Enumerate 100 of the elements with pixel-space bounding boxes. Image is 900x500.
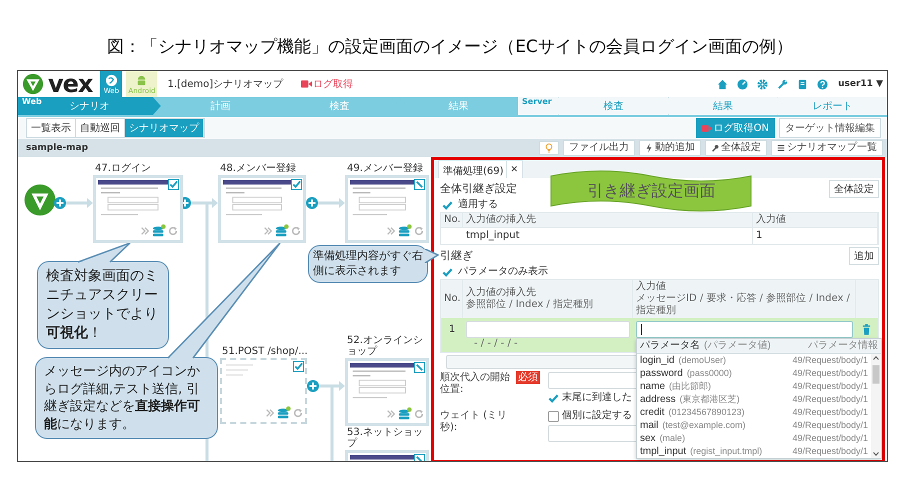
check-icon[interactable] [442, 200, 453, 210]
screen-card[interactable] [345, 175, 429, 243]
dashboard-icon[interactable] [737, 78, 748, 90]
required-badge: 必須 [516, 371, 540, 384]
dropdown-item[interactable]: sex (male) 49/Request/body/1 [637, 432, 871, 445]
callout-pointer [424, 249, 439, 263]
dropdown-item[interactable]: address (東京都港区芝) 49/Request/body/1 [637, 393, 871, 406]
list-header: (パラメータ値) [704, 340, 772, 352]
connector-arrow [318, 198, 345, 208]
plus-icon[interactable] [306, 197, 318, 209]
refresh-icon[interactable] [291, 226, 301, 236]
settings-icon[interactable] [757, 78, 768, 90]
dropdown-item[interactable]: mail (test@example.com) 49/Request/body/1 [637, 419, 871, 432]
dropdown-item[interactable]: name (由比節郎) 49/Request/body/1 [637, 380, 871, 393]
checkbox-checked-icon[interactable] [291, 179, 302, 190]
edit-icon[interactable] [414, 179, 425, 190]
checkbox-label: 適用する [458, 199, 498, 211]
help-icon[interactable] [817, 78, 828, 90]
connector-arrow [66, 198, 93, 208]
database-icon[interactable] [398, 224, 412, 238]
refresh-icon[interactable] [414, 226, 424, 236]
double-chevron-icon[interactable] [263, 226, 273, 236]
database-icon[interactable] [277, 406, 291, 420]
database-icon[interactable] [275, 224, 289, 238]
lightbulb-icon [545, 143, 553, 153]
start-node-icon [24, 184, 56, 216]
dropdown-item[interactable]: password (pass0000) 49/Request/body/1 [637, 367, 871, 380]
dropdown-item[interactable]: tmpl_input (regist_input.tmpl) 49/Request/body/1 [637, 445, 871, 458]
hint-button[interactable] [539, 141, 559, 155]
connector-arrow [319, 381, 345, 391]
globe-icon [104, 74, 118, 86]
column-header: 入力値 [753, 213, 878, 227]
lightning-icon [645, 143, 653, 153]
screen-card[interactable] [218, 175, 306, 243]
log-status: ログ取得 [313, 78, 354, 91]
banner-text: 引き継ぎ設定画面 [586, 181, 716, 201]
view-tab[interactable]: 自動巡回 [76, 119, 125, 137]
checkbox-checked-icon[interactable] [293, 361, 304, 372]
check-icon[interactable] [548, 392, 559, 404]
toolbar-button[interactable]: 全体設定 [705, 140, 767, 156]
toolbar-button[interactable]: 動的追加 [639, 140, 701, 156]
book-icon[interactable] [797, 78, 808, 90]
column-subheader: メッセージID / 要求・応答 / 参照部位 / Index / 指定種別 [636, 293, 851, 317]
node-title: 49.メンバー登録 [347, 163, 424, 174]
double-chevron-icon[interactable] [386, 409, 396, 419]
form-label: 順次代入の開始位置: [440, 372, 511, 396]
edit-icon[interactable] [414, 362, 425, 373]
input-field[interactable] [636, 321, 853, 338]
screen-card[interactable] [93, 175, 183, 243]
section-title: 全体引継ぎ設定 [440, 183, 517, 195]
group-label: Web [22, 97, 42, 106]
screen-card[interactable] [345, 358, 429, 426]
plus-icon[interactable] [54, 197, 66, 209]
node-title: 47.ログイン [95, 163, 152, 174]
action-button[interactable]: ターゲット情報編集 [779, 118, 881, 138]
check-icon[interactable] [442, 266, 453, 278]
home-icon[interactable] [717, 78, 728, 90]
view-tab[interactable]: 一覧表示 [27, 119, 76, 137]
dropdown-item[interactable]: credit (01234567890123) 49/Request/body/1 [637, 406, 871, 419]
field-hint: - / - / - / - [473, 338, 519, 350]
callout-pointer [78, 243, 131, 263]
refresh-icon[interactable] [293, 408, 303, 418]
column-header: 入力値の挿入先 [463, 213, 753, 227]
plus-icon[interactable] [307, 380, 319, 392]
database-icon[interactable] [398, 407, 412, 421]
toolbar-button[interactable]: シナリオマップ一覧 [771, 140, 883, 156]
column-header: No. [444, 293, 459, 305]
column-subheader: 参照部位 / Index / 指定種別 [466, 299, 594, 311]
table-cell: tmpl_input [463, 227, 753, 244]
column-header: 入力値 [636, 281, 667, 293]
add-button[interactable]: 追加 [849, 247, 879, 265]
scrollbar[interactable] [871, 354, 881, 458]
list-header: パラメータ名 [640, 340, 700, 352]
node-title: 52.オンラインショップ [347, 335, 424, 357]
wrench-icon[interactable] [777, 78, 788, 90]
user-menu[interactable]: user11 ▼ [838, 79, 883, 89]
trash-icon[interactable] [862, 324, 871, 335]
text-cursor [641, 324, 642, 335]
form-label: ウェイト (ミリ秒): [440, 410, 508, 434]
group-label: Server [522, 97, 552, 106]
input-field[interactable] [466, 321, 630, 338]
close-button[interactable]: ✕ [506, 160, 524, 178]
list-icon [777, 143, 785, 153]
panel-tab[interactable]: 準備処理(69) [438, 160, 507, 178]
double-chevron-icon[interactable] [386, 226, 396, 236]
section-title: 引継ぎ [440, 250, 473, 262]
checkbox-checked-icon[interactable] [168, 179, 179, 190]
refresh-icon[interactable] [168, 226, 178, 236]
refresh-icon[interactable] [414, 409, 424, 419]
checkbox-label: パラメータのみ表示 [458, 266, 548, 278]
checkbox[interactable] [548, 410, 559, 422]
project-title: 1.[demo]シナリオマップ [167, 78, 284, 91]
settings-button[interactable]: 全体設定 [829, 180, 879, 198]
double-chevron-icon[interactable] [265, 408, 275, 418]
toolbar-button[interactable]: ファイル出力 [563, 140, 635, 156]
map-title: sample-map [26, 143, 88, 153]
database-icon[interactable] [152, 224, 166, 238]
dropdown-item[interactable]: login_id (demoUser) 49/Request/body/1 [637, 354, 871, 367]
double-chevron-icon[interactable] [140, 226, 150, 236]
node-title: 51.POST /shop/... [222, 346, 309, 357]
